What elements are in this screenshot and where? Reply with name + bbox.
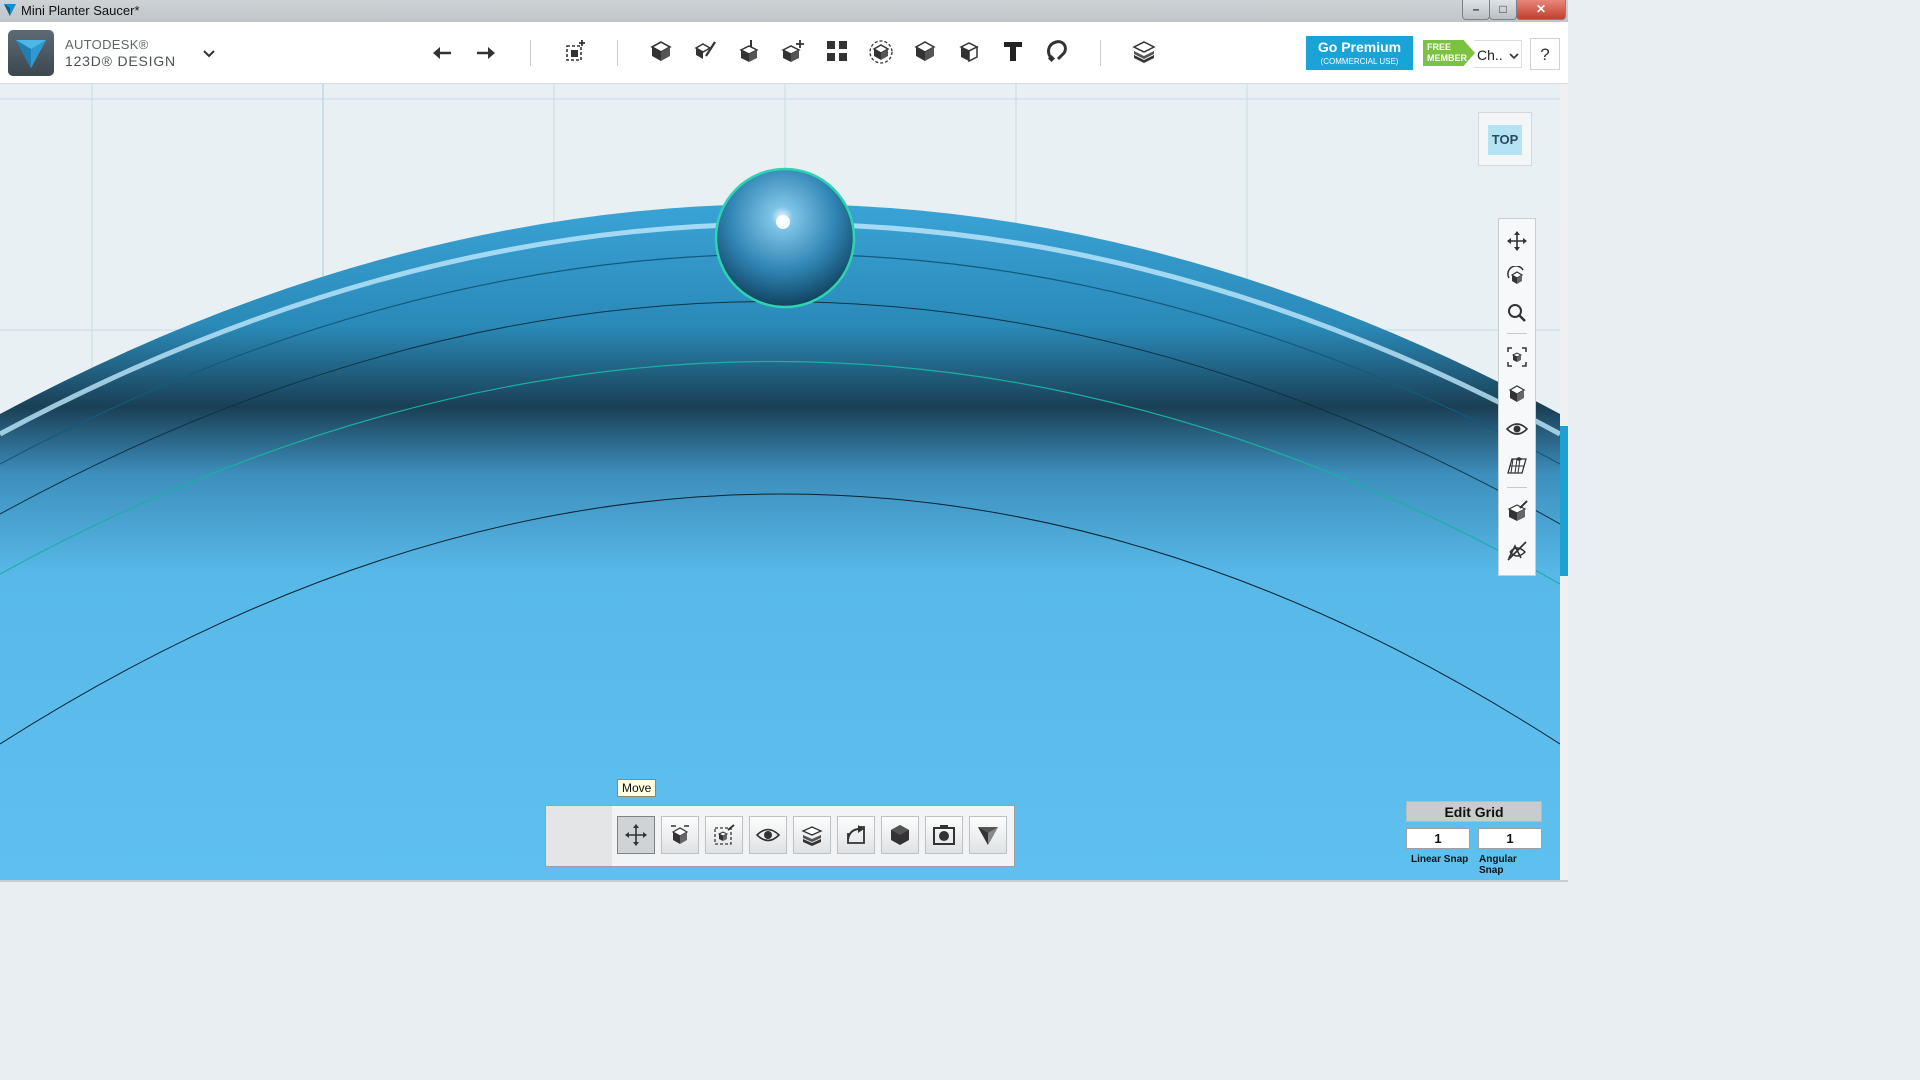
material-icon[interactable] <box>1129 36 1159 66</box>
grid-view-icon[interactable] <box>1505 453 1529 477</box>
toolbar-divider <box>617 40 618 66</box>
free-member-badge: FREE MEMBER <box>1423 40 1475 66</box>
print-3d-button[interactable] <box>969 816 1007 854</box>
solid-icon <box>891 825 909 845</box>
measure-icon[interactable] <box>954 36 984 66</box>
selection-thumbnail <box>546 806 612 866</box>
maximize-button[interactable]: □ <box>1489 0 1517 20</box>
user-menu[interactable]: Ch.. <box>1474 40 1522 68</box>
nav-divider <box>1507 487 1527 488</box>
toolbar-divider <box>530 40 531 66</box>
3d-viewport[interactable] <box>0 84 1560 880</box>
brand-company: AUTODESK® <box>65 37 149 52</box>
snap-icon[interactable] <box>1042 36 1072 66</box>
pan-icon[interactable] <box>1505 229 1529 253</box>
window-title: Mini Planter Saucer* <box>21 3 140 18</box>
print-3d-icon <box>978 827 998 845</box>
smart-rotate-icon <box>714 824 735 845</box>
chevron-down-icon <box>1509 53 1519 60</box>
brand-product: 123D® DESIGN <box>65 53 176 69</box>
main-toolbar: AUTODESK® 123D® DESIGN Go Premium (COMME… <box>0 22 1568 84</box>
orbit-icon[interactable] <box>1505 265 1529 289</box>
solid-button[interactable] <box>881 816 919 854</box>
hide-button[interactable] <box>749 816 787 854</box>
minimize-button[interactable]: – <box>1462 0 1490 20</box>
edit-grid-button[interactable]: Edit Grid <box>1406 801 1542 822</box>
move-button[interactable] <box>617 816 655 854</box>
navigation-bar <box>1498 218 1536 576</box>
badge-line-1: FREE <box>1427 42 1452 52</box>
go-premium-sublabel: (COMMERCIAL USE) <box>1320 57 1399 66</box>
angular-snap-label: Angular Snap <box>1479 854 1517 876</box>
grid-panel: Edit Grid 1 1 Linear Snap Angular Snap <box>1406 801 1542 876</box>
sketch-icon[interactable] <box>690 36 720 66</box>
window-bottom-edge <box>0 880 1568 882</box>
linear-snap-label: Linear Snap <box>1411 854 1469 865</box>
construct-icon[interactable] <box>734 36 764 66</box>
toolbar-divider <box>1100 40 1101 66</box>
selection-toolbar <box>545 805 1015 867</box>
view-cube-top-face[interactable]: TOP <box>1488 125 1522 155</box>
app-icon <box>4 4 16 16</box>
group-icon[interactable] <box>866 36 896 66</box>
nav-divider <box>1507 333 1527 334</box>
help-button[interactable]: ? <box>1530 38 1560 70</box>
primitives-icon[interactable] <box>646 36 676 66</box>
eye-icon[interactable] <box>1505 417 1529 441</box>
go-premium-button[interactable]: Go Premium (COMMERCIAL USE) <box>1306 36 1413 70</box>
user-name: Ch.. <box>1477 47 1503 63</box>
app-menu-logo[interactable] <box>8 30 54 76</box>
logo-icon <box>16 40 46 68</box>
eye-icon <box>756 828 780 842</box>
material-layers-icon <box>801 826 823 846</box>
text-icon[interactable] <box>998 36 1028 66</box>
angular-snap-input[interactable]: 1 <box>1478 828 1542 849</box>
smart-rotate-button[interactable] <box>705 816 743 854</box>
viewport-scrollbar[interactable] <box>1560 84 1568 880</box>
view-cube[interactable]: TOP <box>1478 112 1532 166</box>
title-bar: Mini Planter Saucer* – □ ✕ <box>0 0 1568 23</box>
redo-icon[interactable] <box>470 36 500 66</box>
linear-snap-input[interactable]: 1 <box>1406 828 1470 849</box>
smart-scale-icon <box>671 825 689 844</box>
hide-sketch-icon[interactable] <box>1505 539 1529 563</box>
camera-icon <box>933 825 955 845</box>
zoom-icon[interactable] <box>1505 301 1529 325</box>
close-button[interactable]: ✕ <box>1516 0 1566 20</box>
model-canvas[interactable] <box>0 84 1560 880</box>
perspective-icon[interactable] <box>1505 381 1529 405</box>
undo-icon[interactable] <box>428 36 458 66</box>
fit-icon[interactable] <box>1505 345 1529 369</box>
chevron-down-icon[interactable] <box>200 44 218 62</box>
pattern-icon[interactable] <box>822 36 852 66</box>
tooltip: Move <box>617 779 657 797</box>
modify-icon[interactable] <box>778 36 808 66</box>
move-icon <box>625 824 647 846</box>
screenshot-button[interactable] <box>925 816 963 854</box>
combine-icon[interactable] <box>910 36 940 66</box>
badge-line-2: MEMBER <box>1427 53 1467 63</box>
smart-scale-button[interactable] <box>661 816 699 854</box>
export-icon <box>847 825 865 844</box>
scrollbar-thumb[interactable] <box>1560 426 1568 576</box>
go-premium-label: Go Premium <box>1317 39 1402 55</box>
export-button[interactable] <box>837 816 875 854</box>
transform-icon[interactable] <box>560 36 590 66</box>
material-button[interactable] <box>793 816 831 854</box>
material-settings-icon[interactable] <box>1505 499 1529 523</box>
